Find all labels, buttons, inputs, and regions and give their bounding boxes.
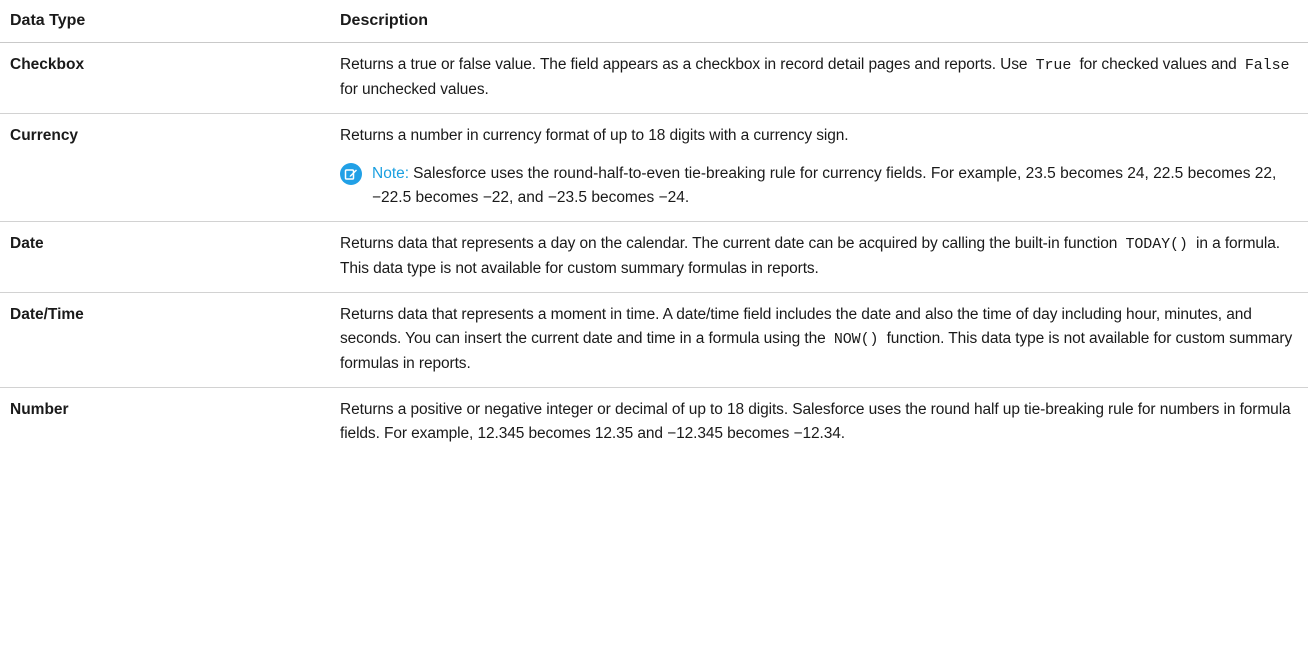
description-cell: Returns a true or false value. The field…: [330, 42, 1308, 114]
data-type-table: Data Type Description Checkbox Returns a…: [0, 0, 1308, 457]
type-name: Date/Time: [10, 306, 84, 323]
table-row: Checkbox Returns a true or false value. …: [0, 42, 1308, 114]
description-text: Returns data that represents a moment in…: [340, 303, 1298, 376]
note-text: Salesforce uses the round-half-to-even t…: [372, 165, 1277, 206]
table-row: Currency Returns a number in currency fo…: [0, 113, 1308, 222]
table-header-row: Data Type Description: [0, 0, 1308, 43]
note-text-block: Note: Salesforce uses the round-half-to-e…: [372, 162, 1298, 210]
type-name: Date: [10, 235, 44, 252]
description-text: Returns data that represents a day on th…: [340, 232, 1298, 281]
description-text: Returns a true or false value. The field…: [340, 53, 1298, 102]
header-data-type: Data Type: [0, 0, 330, 43]
header-description: Description: [330, 0, 1308, 43]
description-cell: Returns data that represents a day on th…: [330, 221, 1308, 293]
table-row: Date/Time Returns data that represents a…: [0, 292, 1308, 388]
type-name: Currency: [10, 127, 79, 144]
type-cell: Currency: [0, 113, 330, 222]
code-true: True: [1035, 57, 1072, 74]
description-cell: Returns a number in currency format of u…: [330, 113, 1308, 222]
type-cell: Date/Time: [0, 292, 330, 388]
description-text: Returns a positive or negative integer o…: [340, 401, 1291, 442]
description-cell: Returns data that represents a moment in…: [330, 292, 1308, 388]
type-name: Number: [10, 401, 69, 418]
description-segment: Returns a true or false value. The field…: [340, 56, 1032, 73]
type-name: Checkbox: [10, 56, 85, 73]
type-cell: Number: [0, 388, 330, 458]
code-false: False: [1244, 57, 1290, 74]
note-callout: Note: Salesforce uses the round-half-to-e…: [340, 162, 1298, 210]
description-segment: for checked values and: [1075, 56, 1241, 73]
code-now: NOW(): [833, 331, 879, 348]
note-label: Note:: [372, 165, 410, 182]
table-row: Number Returns a positive or negative in…: [0, 388, 1308, 458]
description-segment: for unchecked values.: [340, 81, 489, 98]
description-cell: Returns a positive or negative integer o…: [330, 388, 1308, 458]
description-segment: Returns data that represents a day on th…: [340, 235, 1122, 252]
table-row: Date Returns data that represents a day …: [0, 221, 1308, 293]
type-cell: Date: [0, 221, 330, 293]
type-cell: Checkbox: [0, 42, 330, 114]
description-text: Returns a number in currency format of u…: [340, 127, 849, 144]
code-today: TODAY(): [1125, 236, 1188, 253]
edit-note-icon: [340, 163, 362, 185]
